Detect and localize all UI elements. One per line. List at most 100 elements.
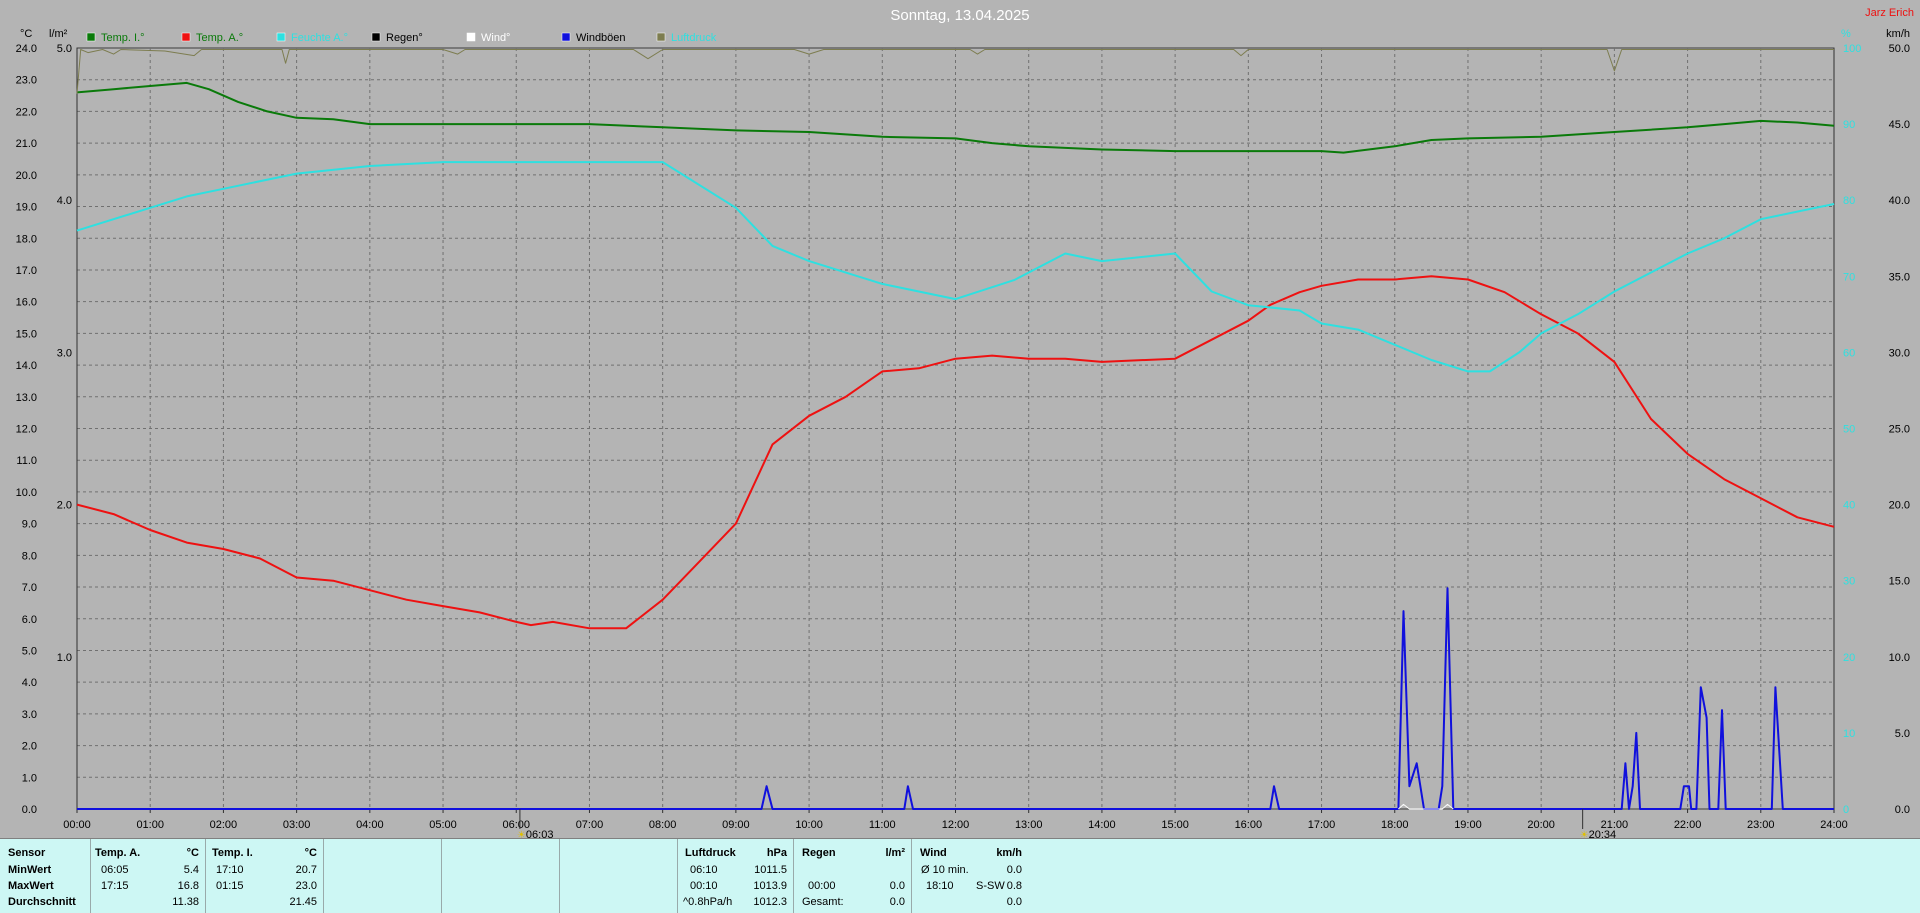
x-tick-label: 19:00 xyxy=(1454,819,1482,831)
humidity-tick-label: 50 xyxy=(1843,424,1855,436)
humidity-tick-label: 30 xyxy=(1843,576,1855,588)
temp-tick-label: 13.0 xyxy=(16,392,37,404)
x-tick-label: 09:00 xyxy=(722,819,750,831)
x-tick-label: 22:00 xyxy=(1674,819,1702,831)
rain-tick-label: 4.0 xyxy=(57,195,72,207)
station-name: Jarz Erich xyxy=(1865,7,1914,19)
pressure-max: 1013.9 xyxy=(753,880,787,892)
wind-max-dir: S-SW xyxy=(976,880,1005,892)
x-tick-label: 03:00 xyxy=(283,819,311,831)
wind-avg: 0.0 xyxy=(1006,864,1022,876)
x-tick-label: 15:00 xyxy=(1161,819,1189,831)
x-tick-label: 24:00 xyxy=(1820,819,1848,831)
rain-tick-label: 1.0 xyxy=(57,652,72,664)
wind-tick-label: 5.0 xyxy=(1895,728,1910,740)
legend-entry: Regen° xyxy=(386,32,423,44)
rain-total-label: Gesamt: xyxy=(802,896,844,908)
x-tick-label: 00:00 xyxy=(63,819,91,831)
temp-tick-label: 22.0 xyxy=(16,106,37,118)
minwert-label: MinWert xyxy=(8,864,52,876)
legend-entry: Wind° xyxy=(481,32,510,44)
wind-tick-label: 30.0 xyxy=(1889,347,1910,359)
wind-tick-label: 45.0 xyxy=(1889,119,1910,131)
rain-title: Regen xyxy=(802,847,836,859)
wind-avg-label: Ø 10 min. xyxy=(921,864,969,876)
temp-tick-label: 3.0 xyxy=(22,709,37,721)
temp-tick-label: 10.0 xyxy=(16,487,37,499)
legend-swatch xyxy=(371,32,381,42)
temp-tick-label: 8.0 xyxy=(22,550,37,562)
grid-lines xyxy=(77,48,1834,809)
legend-entry: Temp. I.° xyxy=(101,32,145,44)
temp-a-title: Temp. A. xyxy=(95,847,141,859)
sun-marker-label: 20:34 xyxy=(1589,829,1617,838)
wind-tick-label: 20.0 xyxy=(1889,500,1910,512)
temp-a-min-time: 06:05 xyxy=(101,864,129,876)
temp-i-max: 23.0 xyxy=(295,880,317,892)
wind-tick-label: 15.0 xyxy=(1889,576,1910,588)
humidity-tick-label: 80 xyxy=(1843,195,1855,207)
rain-unit-label: l/m² xyxy=(49,28,68,40)
chart-title: Sonntag, 13.04.2025 xyxy=(890,7,1029,24)
x-tick-label: 07:00 xyxy=(576,819,604,831)
temp-a-max: 16.8 xyxy=(177,880,199,892)
wind-tick-label: 25.0 xyxy=(1889,424,1910,436)
temp-i-unit: °C xyxy=(304,847,317,859)
temp-i-max-time: 01:15 xyxy=(216,880,244,892)
temp-tick-label: 6.0 xyxy=(22,614,37,626)
wind-title: Wind xyxy=(920,847,947,859)
x-tick-label: 08:00 xyxy=(649,819,677,831)
legend-swatch xyxy=(656,32,666,42)
x-tick-label: 17:00 xyxy=(1308,819,1336,831)
stats-wind-cell: Wind km/h Ø 10 min. 0.0 18:10 S-SW 0.8 0… xyxy=(912,839,1026,913)
legend-swatch xyxy=(466,32,476,42)
temp-tick-label: 15.0 xyxy=(16,328,37,340)
temp-tick-label: 0.0 xyxy=(22,804,37,816)
rain-tick-label: 3.0 xyxy=(57,347,72,359)
x-tick-label: 10:00 xyxy=(795,819,823,831)
legend-swatch xyxy=(276,32,286,42)
legend-entry: Luftdruck xyxy=(671,32,717,44)
temp-tick-label: 18.0 xyxy=(16,233,37,245)
temp-tick-label: 23.0 xyxy=(16,75,37,87)
temp-i-min-time: 17:10 xyxy=(216,864,244,876)
wind-max: 0.8 xyxy=(1006,880,1022,892)
stats-labels-cell: Sensor MinWert MaxWert Durchschnitt xyxy=(0,839,91,913)
legend-entry: Windböen xyxy=(576,32,626,44)
pressure-min-time: 06:10 xyxy=(690,864,718,876)
pressure-unit: hPa xyxy=(766,847,787,859)
y-axis-rain: 1.0 2.0 3.0 4.0 5.0 xyxy=(57,43,72,664)
wind-max-time: 18:10 xyxy=(926,880,954,892)
legend-swatch xyxy=(181,32,191,42)
stats-empty-cell-1 xyxy=(324,839,442,913)
x-tick-label: 23:00 xyxy=(1747,819,1775,831)
wind-unit-label: km/h xyxy=(1886,28,1910,40)
x-tick-label: 14:00 xyxy=(1088,819,1116,831)
pressure-min: 1011.5 xyxy=(754,864,787,876)
temp-tick-label: 24.0 xyxy=(16,43,37,55)
sensor-label: Sensor xyxy=(8,847,46,859)
x-tick-label: 05:00 xyxy=(429,819,457,831)
wind-tick-label: 0.0 xyxy=(1895,804,1910,816)
maxwert-label: MaxWert xyxy=(8,880,54,892)
humidity-tick-label: 100 xyxy=(1843,43,1861,55)
wind-unit: km/h xyxy=(996,847,1022,859)
x-tick-label: 04:00 xyxy=(356,819,384,831)
temp-a-avg: 11.38 xyxy=(172,896,199,908)
temp-tick-label: 1.0 xyxy=(22,772,37,784)
x-axis-time: 00:00 01:00 02:00 03:00 04:00 05:00 06:00 07:00… xyxy=(63,809,1848,831)
y-axis-temperature: 0.0 1.0 2.0 3.0 4.0 5.0 6.0 7.0 8.0 9.0 10.0 11.0 12… xyxy=(16,43,78,816)
temp-tick-label: 4.0 xyxy=(22,677,37,689)
x-tick-label: 12:00 xyxy=(942,819,970,831)
legend-entry: Feuchte A.° xyxy=(291,32,348,44)
rain-tick-label: 5.0 xyxy=(57,43,72,55)
stats-empty-cell-2 xyxy=(442,839,560,913)
statistics-panel: Sensor MinWert MaxWert Durchschnitt Temp… xyxy=(0,838,1920,913)
x-tick-label: 02:00 xyxy=(210,819,238,831)
stats-rain-cell: Regen l/m² 00:00 0.0 Gesamt: 0.0 xyxy=(794,839,912,913)
pressure-title: Luftdruck xyxy=(685,847,736,859)
temp-a-unit: °C xyxy=(186,847,199,859)
rain-r1-time: 00:00 xyxy=(808,880,836,892)
temp-a-max-time: 17:15 xyxy=(101,880,129,892)
sun-marker-icon: ☀ xyxy=(517,830,526,838)
